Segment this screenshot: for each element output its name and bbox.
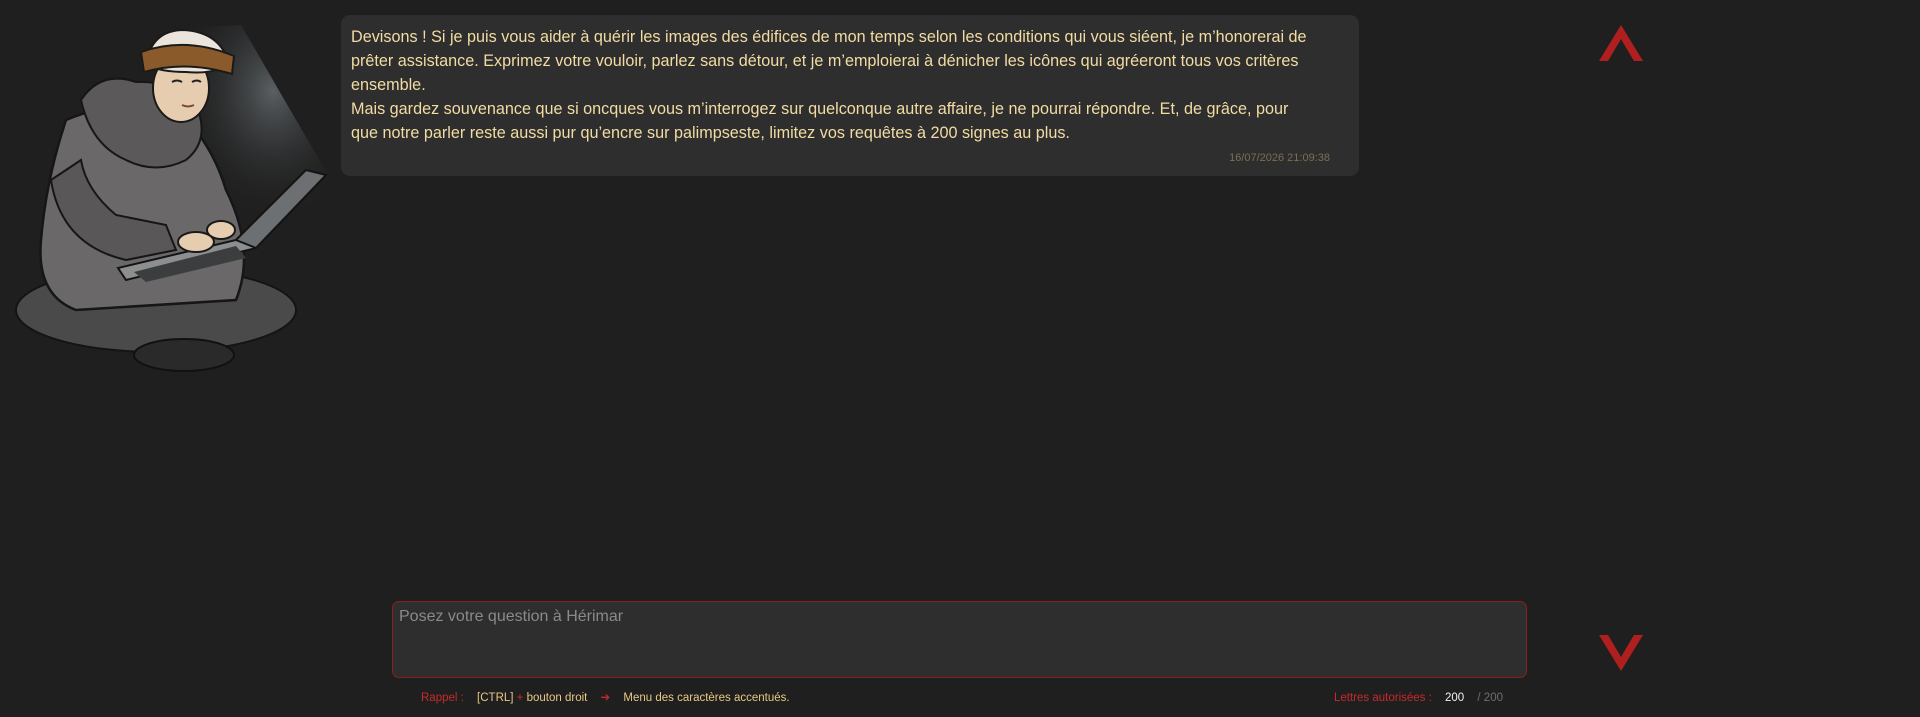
message-line: que notre parler reste aussi pur qu’encr… [351,124,1070,142]
letters-remaining: 200 [1445,692,1465,704]
letter-counter: Lettres autorisées : 200 / 200 [1334,690,1503,706]
chevron-down-icon [1599,635,1643,671]
question-input[interactable] [392,601,1527,678]
monk-with-laptop-icon [15,25,328,372]
message-timestamp: 16/07/2026 21:09:38 [1229,152,1330,164]
chevron-up-icon [1599,25,1643,61]
scroll-down-button[interactable] [1597,633,1645,675]
message-line: ensemble. [351,76,426,94]
chat-page: Devisons ! Si je puis vous aider à quéri… [0,0,1920,717]
assistant-message: Devisons ! Si je puis vous aider à quéri… [341,15,1359,176]
plus-sign: + [516,692,524,704]
shortcut-action: bouton droit [526,692,588,704]
shortcut-result: Menu des caractères accentués. [623,692,790,704]
message-line: Devisons ! Si je puis vous aider à quéri… [351,28,1307,46]
reminder-label: Rappel : [421,692,464,704]
right-arrow-icon: ➔ [600,692,611,704]
message-line: prêter assistance. Exprimez votre vouloi… [351,52,1299,70]
message-line: Mais gardez souvenance que si oncques vo… [351,100,1289,118]
shortcut-key: [CTRL] [477,692,514,704]
letters-max: / 200 [1477,692,1503,704]
monk-avatar [6,10,336,380]
scroll-up-button[interactable] [1597,21,1645,63]
message-text: Devisons ! Si je puis vous aider à quéri… [351,25,1349,145]
keyboard-reminder: Rappel : [CTRL] + bouton droit ➔ Menu de… [421,690,790,706]
letters-label: Lettres autorisées : [1334,692,1432,704]
